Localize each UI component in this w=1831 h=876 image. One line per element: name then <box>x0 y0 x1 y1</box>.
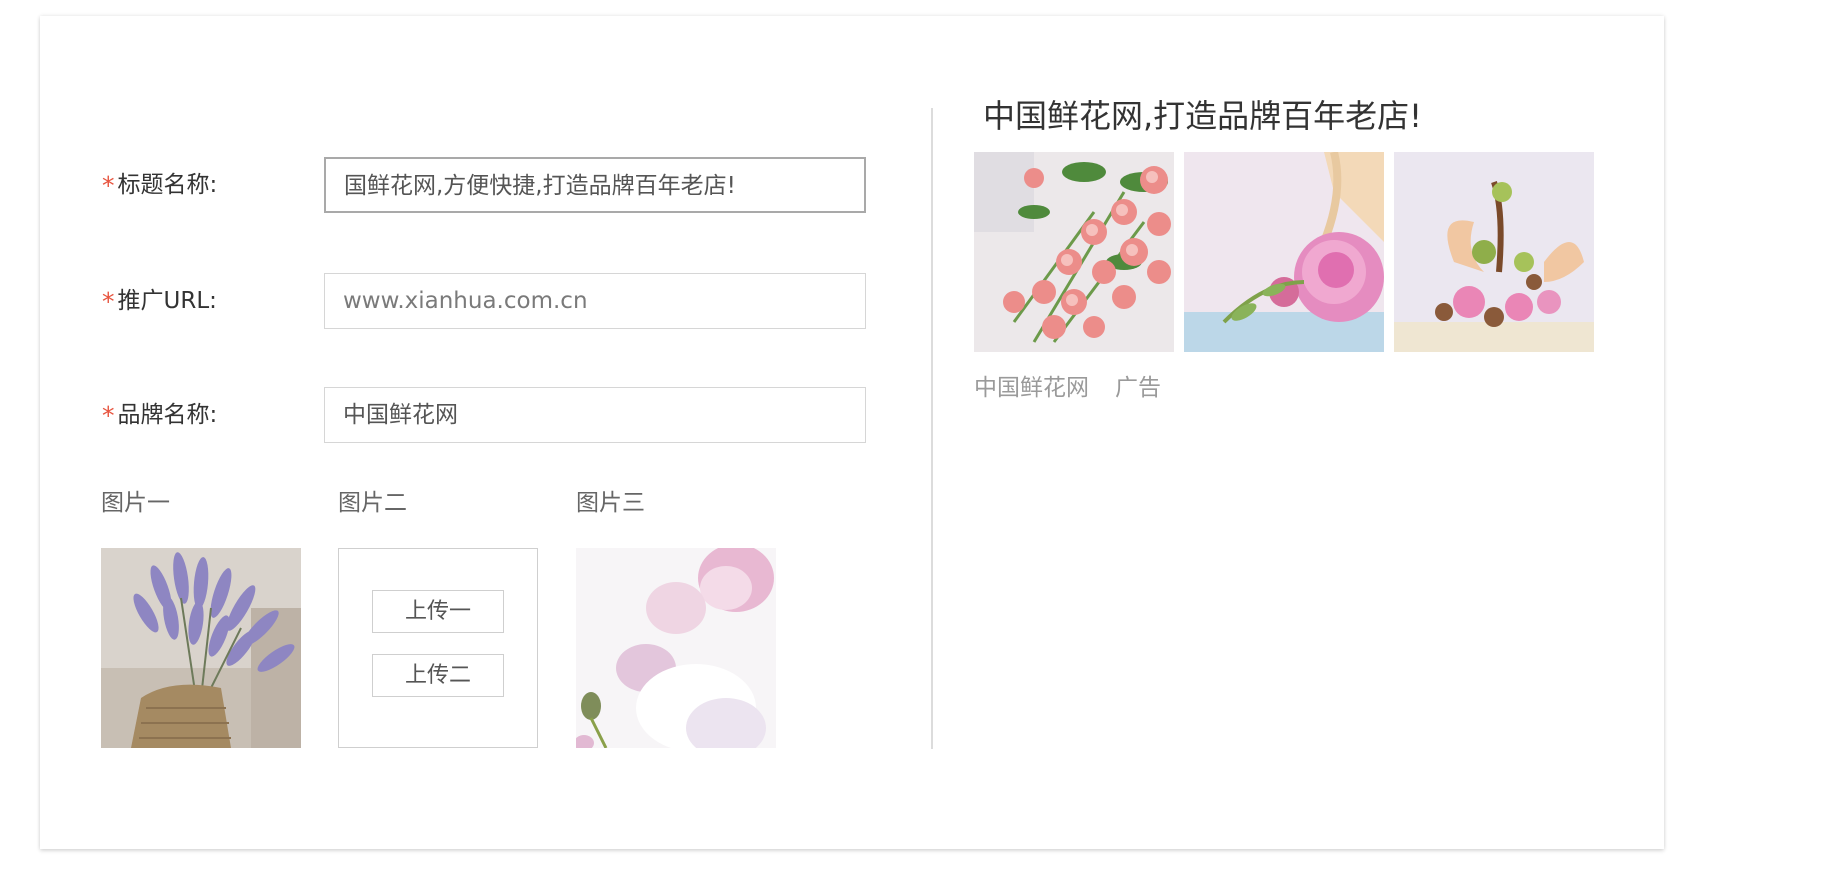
preview-image-2-peony <box>1184 152 1384 352</box>
preview-brand: 中国鲜花网 <box>974 375 1089 401</box>
image-3-label: 图片三 <box>576 490 645 516</box>
upload-2-button[interactable]: 上传二 <box>372 654 504 697</box>
preview-meta: 中国鲜花网 广告 <box>974 368 1161 402</box>
title-input[interactable]: 国鲜花网,方便快捷,打造品牌百年老店! <box>324 157 866 213</box>
image-3-tulip-photo[interactable] <box>576 548 776 748</box>
url-row: * 推广URL: www.xianhua.com.cn <box>102 273 866 329</box>
required-star: * <box>102 400 115 430</box>
brand-label: * 品牌名称: <box>102 400 218 430</box>
required-star: * <box>102 286 115 316</box>
title-label: * 标题名称: <box>102 170 218 200</box>
preview-image-1-roses <box>974 152 1174 352</box>
image-1-lavender-photo[interactable] <box>101 548 301 748</box>
preview-image-3-arrangement <box>1394 152 1594 352</box>
image-2-upload-box: 上传一 上传二 <box>338 548 538 748</box>
ad-tag: 广告 <box>1115 375 1161 401</box>
upload-1-button[interactable]: 上传一 <box>372 590 504 633</box>
title-row: * 标题名称: 国鲜花网,方便快捷,打造品牌百年老店! <box>102 157 866 213</box>
brand-row: * 品牌名称: 中国鲜花网 <box>102 387 866 443</box>
preview-title: 中国鲜花网,打造品牌百年老店! <box>983 97 1423 135</box>
vertical-divider <box>931 108 933 749</box>
required-star: * <box>102 170 115 200</box>
image-1-label: 图片一 <box>101 490 170 516</box>
brand-input[interactable]: 中国鲜花网 <box>324 387 866 443</box>
ad-editor-card: * 标题名称: 国鲜花网,方便快捷,打造品牌百年老店! * 推广URL: www.x… <box>40 16 1664 849</box>
image-2-label: 图片二 <box>338 490 407 516</box>
url-input[interactable]: www.xianhua.com.cn <box>324 273 866 329</box>
url-label: * 推广URL: <box>102 286 217 316</box>
